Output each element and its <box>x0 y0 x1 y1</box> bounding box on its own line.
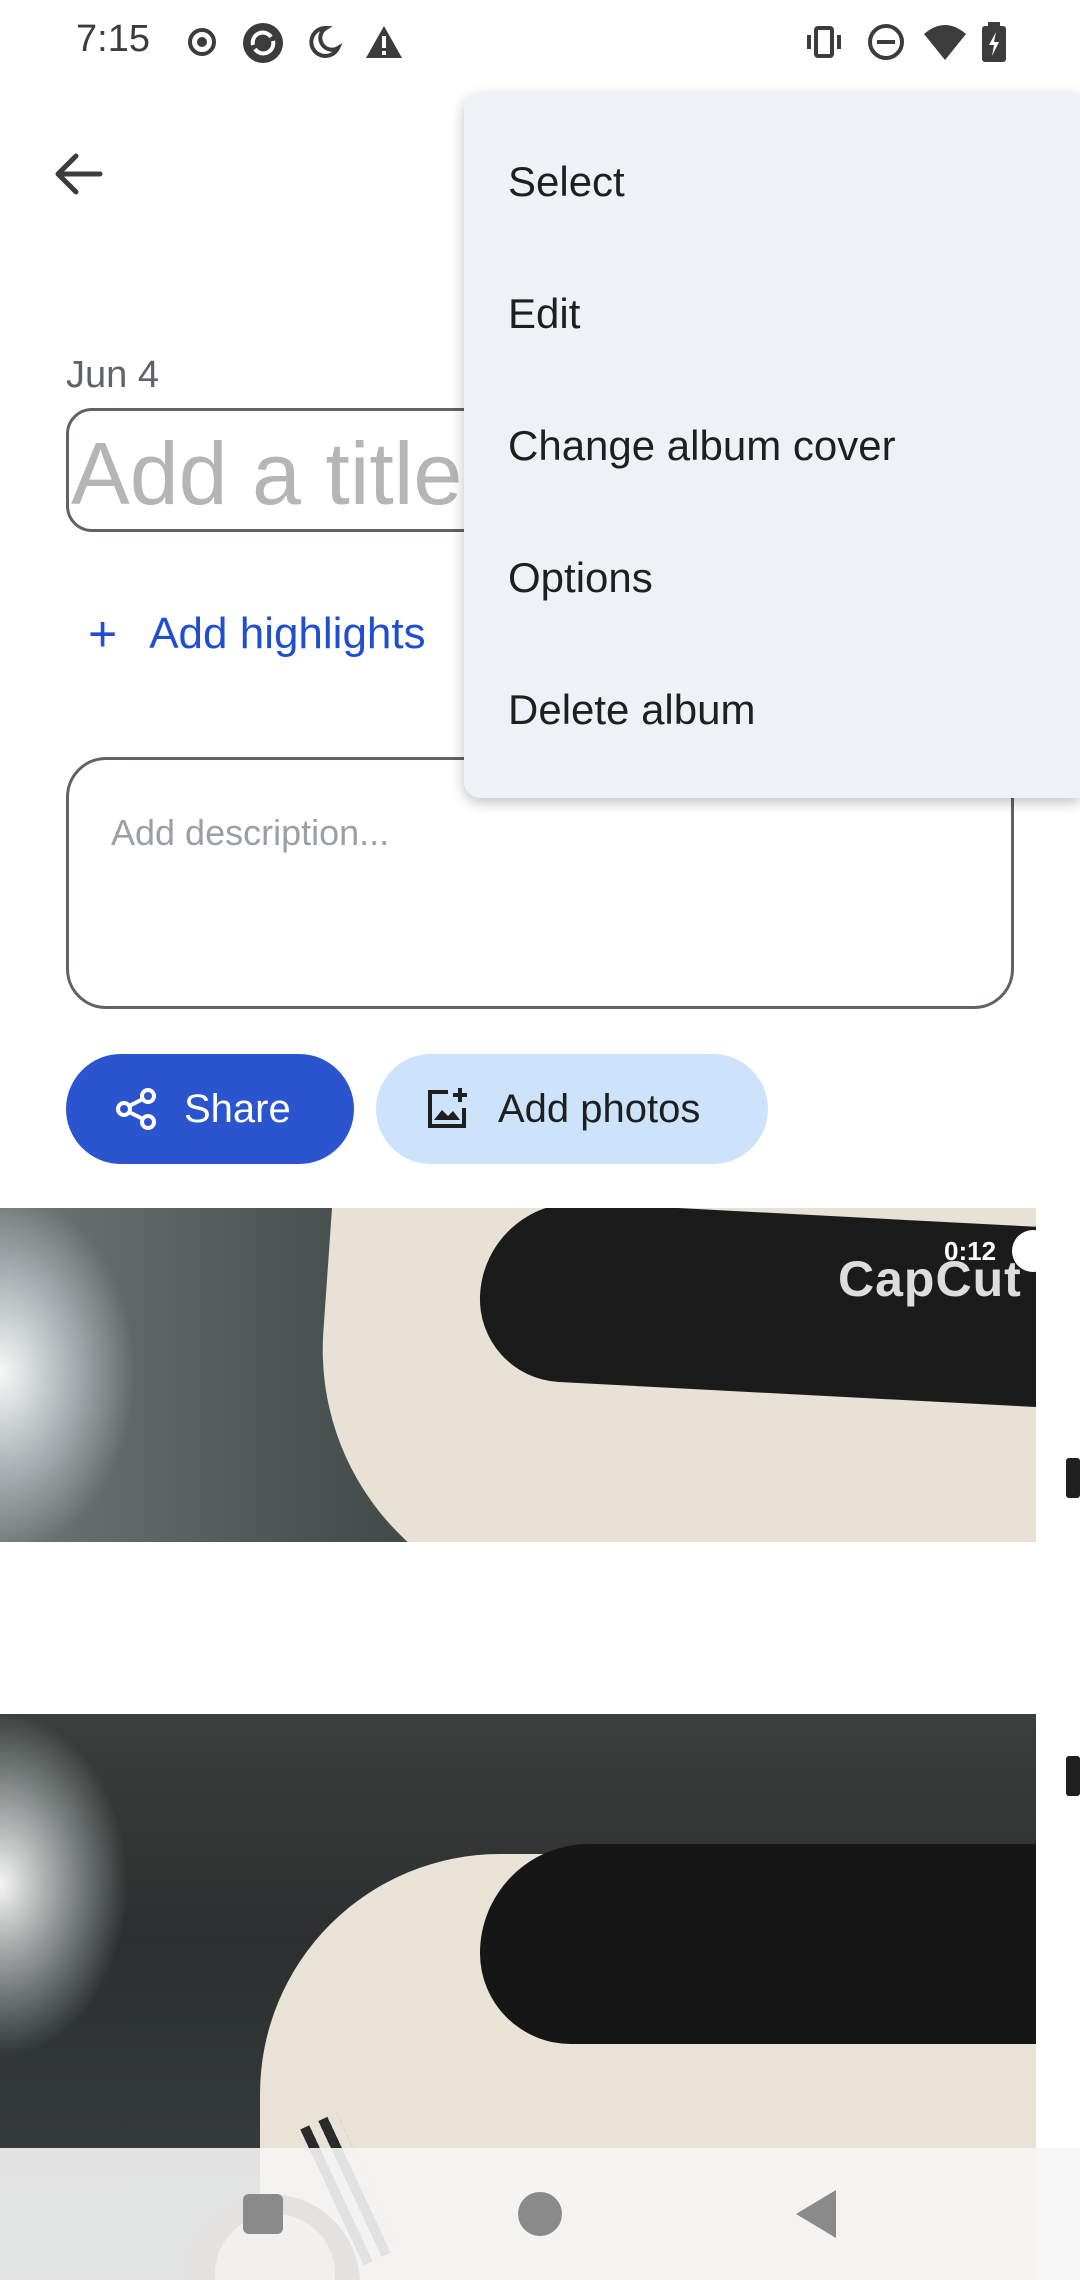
album-date: Jun 4 <box>66 354 159 396</box>
arrow-back-icon <box>55 153 103 195</box>
plus-icon: + <box>88 606 118 662</box>
triangle-back-icon <box>796 2190 836 2238</box>
add-photo-icon <box>428 1088 467 1128</box>
video-duration: 0:12 <box>944 1236 997 1266</box>
menu-item-edit[interactable]: Edit <box>508 254 1068 374</box>
status-time: 7:15 <box>76 18 150 60</box>
nav-back-button[interactable] <box>796 2190 836 2238</box>
add-photos-label: Add photos <box>498 1086 701 1131</box>
menu-item-select[interactable]: Select <box>508 122 1068 242</box>
night-mode-icon <box>302 22 343 62</box>
scrollbar-handle[interactable] <box>1066 1756 1080 1796</box>
recents-button[interactable] <box>243 2194 283 2234</box>
description-placeholder: Add description... <box>111 812 390 853</box>
overflow-menu: Select Edit Change album cover Options D… <box>464 94 1080 798</box>
menu-item-change-album-cover[interactable]: Change album cover <box>508 386 1068 506</box>
scrollbar-handle[interactable] <box>1066 1458 1080 1498</box>
video-thumbnail[interactable]: CapCut 0:12 <box>0 1208 1036 1542</box>
battery-icon <box>980 22 1008 62</box>
add-highlights-label: Add highlights <box>149 609 426 658</box>
record-icon <box>182 22 222 62</box>
add-highlights-button[interactable]: + Add highlights <box>88 605 426 663</box>
share-label: Share <box>184 1086 291 1131</box>
share-icon <box>116 1088 156 1130</box>
add-photos-button[interactable]: Add photos <box>376 1054 768 1164</box>
sync-icon <box>240 20 286 66</box>
wifi-icon <box>922 22 968 62</box>
back-button[interactable] <box>44 140 112 208</box>
home-button[interactable] <box>518 2192 562 2236</box>
share-button[interactable]: Share <box>66 1054 354 1164</box>
menu-item-delete-album[interactable]: Delete album <box>508 650 1068 770</box>
do-not-disturb-icon <box>866 22 906 62</box>
vibrate-icon <box>804 22 844 62</box>
warning-icon <box>364 22 404 62</box>
title-placeholder: Add a title <box>71 424 463 523</box>
menu-item-options[interactable]: Options <box>508 518 1068 638</box>
